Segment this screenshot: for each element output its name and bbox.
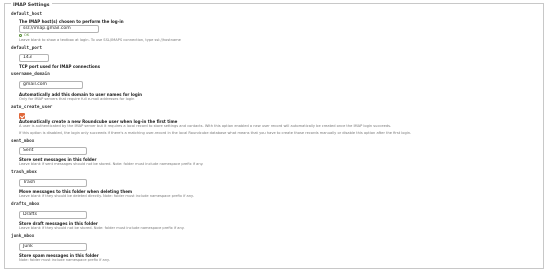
trash-mbox-desc: Leave blank if they should be deleted di… bbox=[19, 194, 194, 198]
default-port-key: default_port bbox=[11, 46, 43, 51]
junk-mbox-input[interactable]: Junk bbox=[19, 243, 87, 251]
default-host-desc: Leave blank to show a textbox at login. … bbox=[19, 38, 181, 42]
default-port-label: TCP port used for IMAP connections bbox=[19, 64, 100, 69]
trash-mbox-input[interactable]: Trash bbox=[19, 179, 87, 187]
junk-mbox-desc: Note: folder must include namespace pref… bbox=[19, 258, 110, 262]
sent-mbox-key: sent_mbox bbox=[11, 139, 35, 144]
drafts-mbox-desc: Leave blank if they should not be stored… bbox=[19, 226, 185, 230]
ok-icon bbox=[19, 33, 22, 37]
auto-create-user-desc: A user is authenticated by the IMAP serv… bbox=[19, 124, 392, 128]
default-host-key: default_host bbox=[11, 12, 43, 17]
default-host-label: The IMAP host(s) chosen to perform the l… bbox=[19, 19, 124, 24]
auto-create-user-desc-2: If this option is disabled, the login on… bbox=[19, 131, 412, 135]
username-domain-desc: Only for IMAP servers that require full … bbox=[19, 97, 135, 101]
trash-mbox-key: trash_mbox bbox=[11, 170, 37, 175]
status-text: OK bbox=[24, 33, 30, 37]
sent-mbox-desc: Leave blank if sent messages should not … bbox=[19, 162, 204, 166]
drafts-mbox-key: drafts_mbox bbox=[11, 202, 40, 207]
junk-mbox-key: junk_mbox bbox=[11, 234, 35, 239]
default-port-input[interactable]: 143 bbox=[19, 54, 49, 62]
sent-mbox-input[interactable]: Sent bbox=[19, 147, 87, 155]
drafts-mbox-input[interactable]: Drafts bbox=[19, 211, 87, 219]
imap-settings-panel: IMAP Settings default_host The IMAP host… bbox=[4, 3, 544, 269]
panel-title: IMAP Settings bbox=[11, 3, 52, 9]
default-host-input[interactable]: ssl://imap.gmail.com bbox=[19, 25, 99, 33]
username-domain-input[interactable]: gmail.com bbox=[19, 81, 83, 89]
username-domain-key: username_domain bbox=[11, 72, 50, 77]
auto-create-user-key: auto_create_user bbox=[11, 105, 53, 110]
